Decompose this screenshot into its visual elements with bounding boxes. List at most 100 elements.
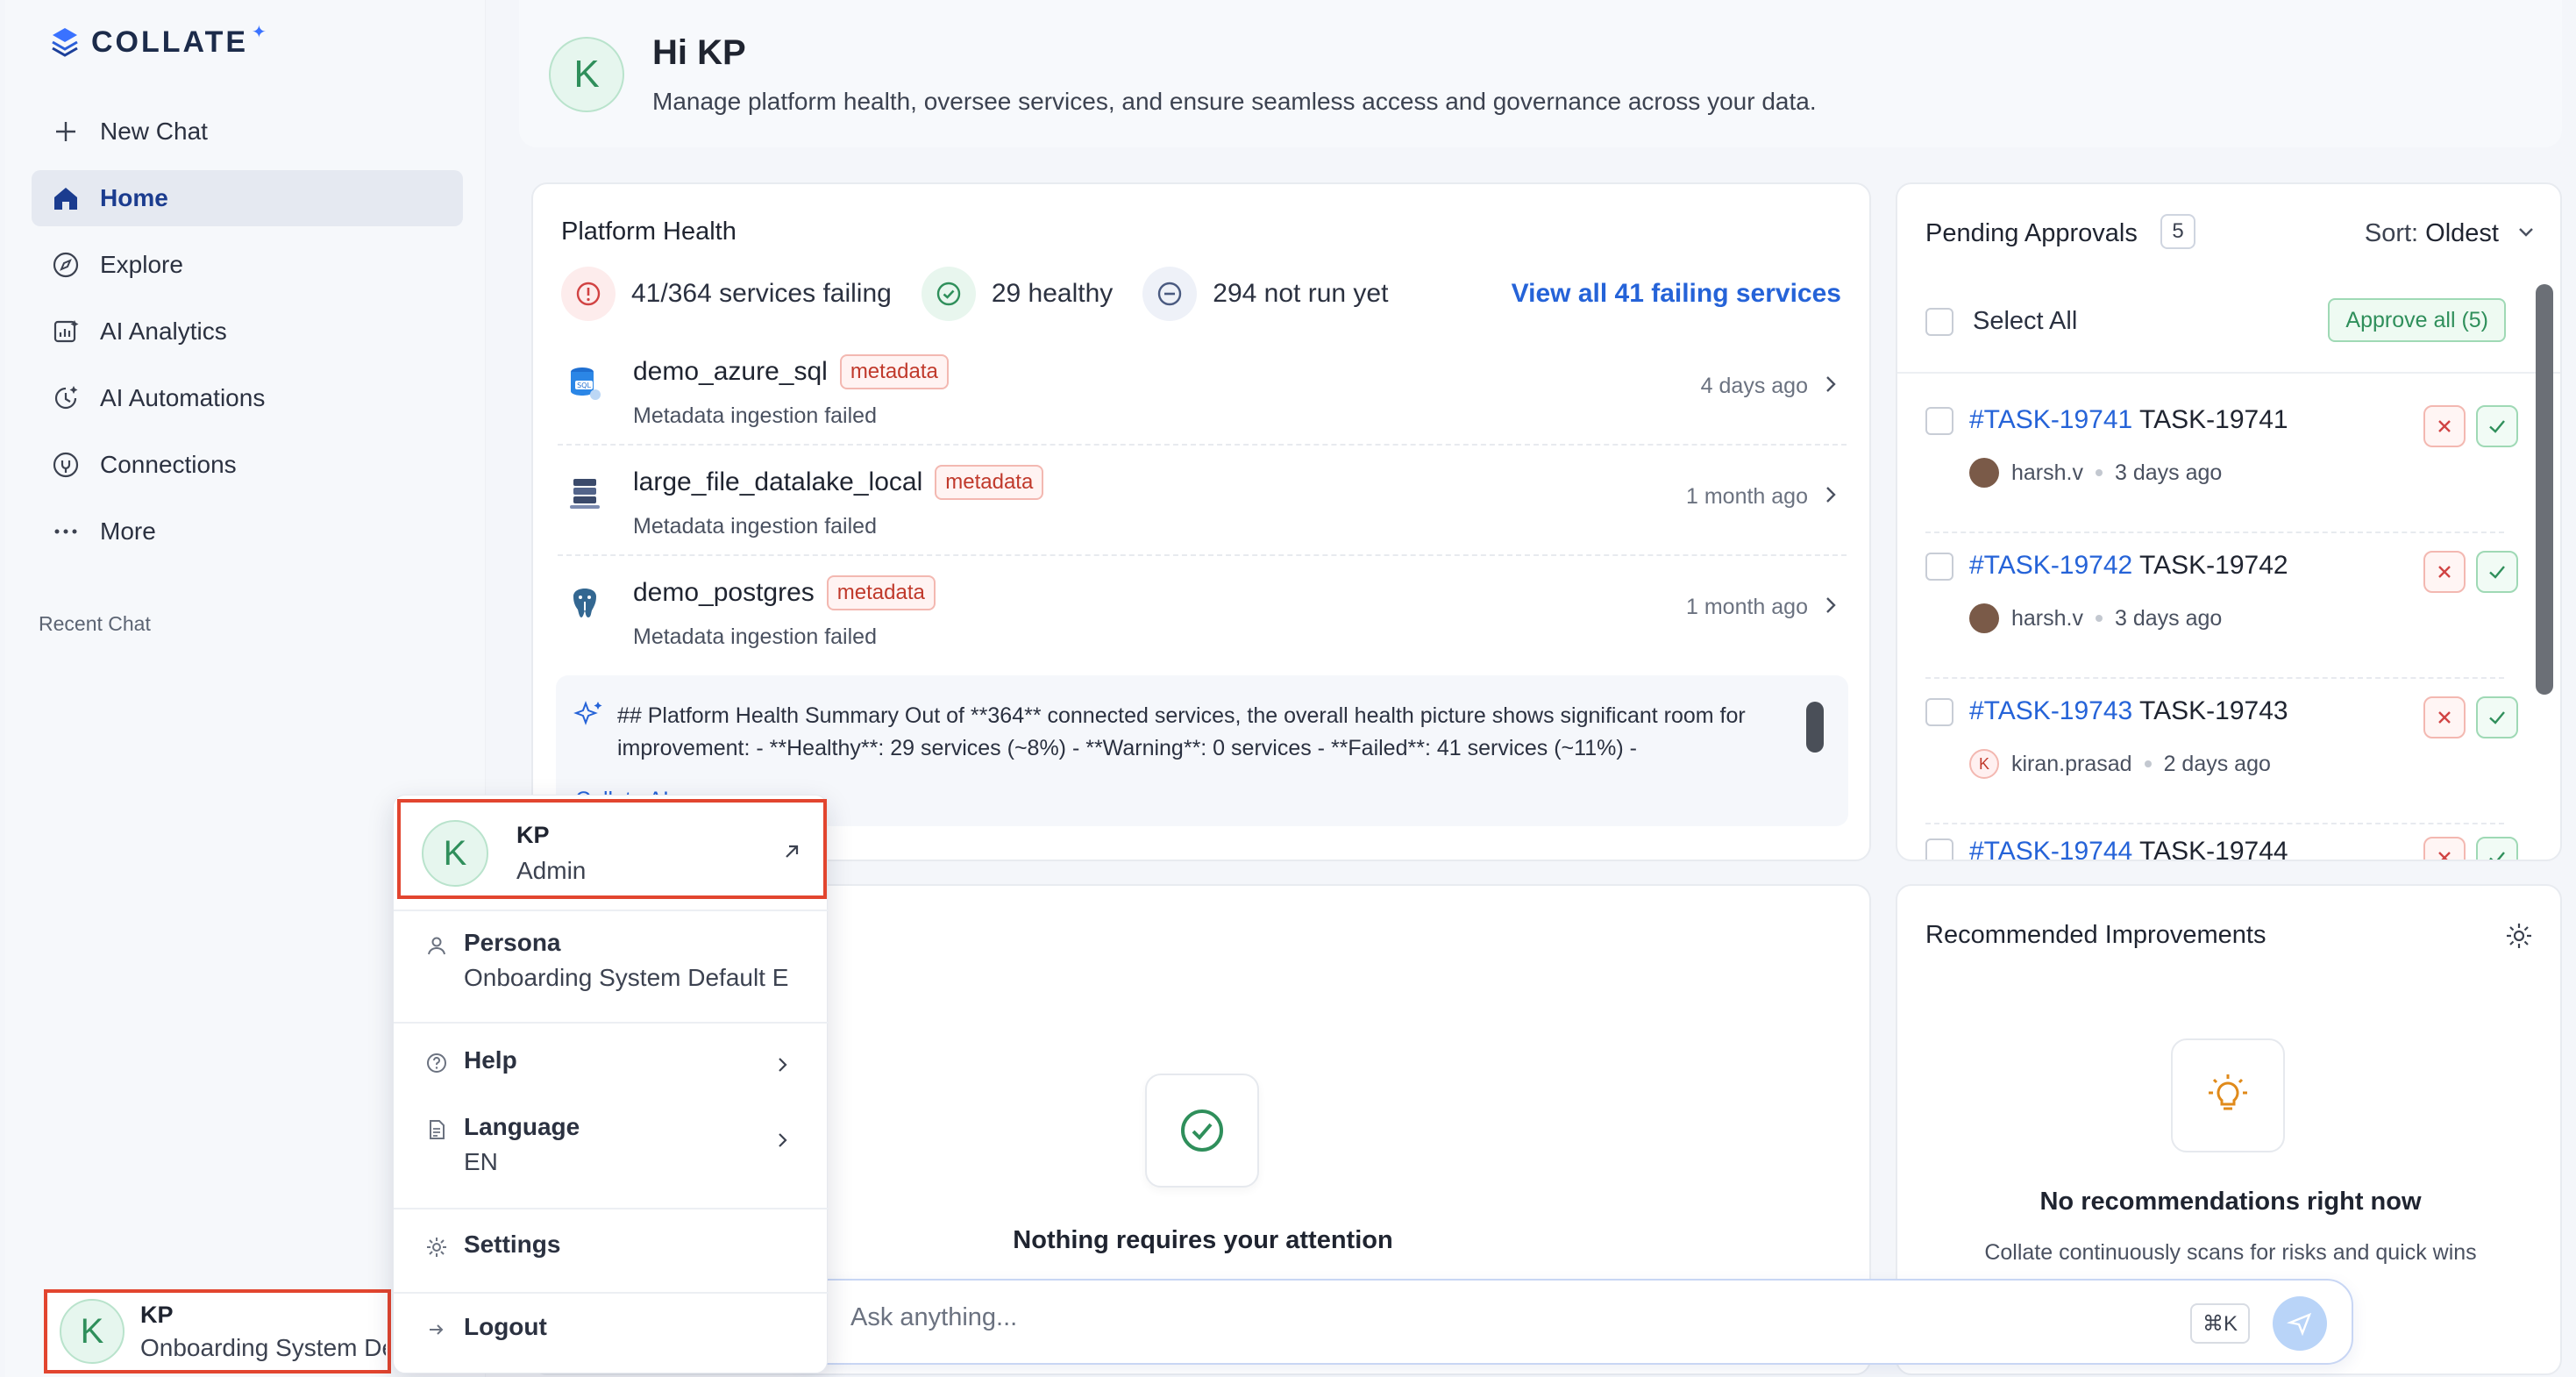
sidebar-item-ai-automations[interactable]: AI Automations [32, 370, 463, 426]
not-run-text: 294 not run yet [1213, 279, 1389, 308]
task-title: #TASK-19743 TASK-19743 [1969, 696, 2288, 726]
approve-button[interactable] [2476, 551, 2518, 593]
sidebar-item-home[interactable]: Home [32, 170, 463, 226]
approve-all-button[interactable]: Approve all (5) [2328, 298, 2506, 342]
menu-item-language[interactable]: Language EN [425, 1113, 811, 1176]
service-badge: metadata [935, 465, 1044, 500]
service-name-text: demo_postgres [633, 578, 815, 607]
approve-button[interactable] [2476, 837, 2518, 860]
menu-item-text: Logout [464, 1313, 547, 1341]
sidebar-item-explore[interactable]: Explore [32, 237, 463, 293]
task-id-link[interactable]: #TASK-19744 [1969, 837, 2132, 860]
card-title: Recommended Improvements [1925, 921, 2266, 949]
dot-separator [2095, 615, 2103, 622]
azure-sql-icon: SQL [558, 356, 612, 410]
task-name: TASK-19744 [2139, 837, 2288, 861]
sidebar-item-ai-analytics[interactable]: AI Analytics [32, 303, 463, 360]
service-desc: Metadata ingestion failed [633, 403, 877, 428]
menu-item-label: Settings [464, 1231, 561, 1258]
menu-item-label: Language [464, 1113, 580, 1140]
menu-item-text: Persona Onboarding System Default E [464, 929, 806, 992]
reject-button[interactable] [2423, 405, 2466, 447]
task-checkbox[interactable] [1925, 407, 1953, 435]
menu-item-value: EN [464, 1148, 498, 1175]
task-user: harsh.v [2011, 605, 2083, 631]
close-icon [2438, 566, 2451, 578]
check-icon [2489, 711, 2505, 724]
service-time: 1 month ago [1686, 595, 1808, 619]
close-icon [2438, 420, 2451, 432]
summary-scrollbar[interactable] [1806, 702, 1824, 753]
sort-dropdown[interactable]: Sort: Oldest [2365, 219, 2499, 248]
task-id-link[interactable]: #TASK-19741 [1969, 405, 2132, 434]
profile-menu: K KP Admin Persona Onboarding System Def… [393, 795, 829, 1373]
service-time: 1 month ago [1686, 484, 1808, 509]
ask-input[interactable] [850, 1303, 2078, 1332]
svg-text:SQL: SQL [577, 382, 591, 389]
dot-separator [2144, 760, 2152, 767]
sidebar-item-label: AI Automations [100, 384, 266, 411]
task-row[interactable]: #TASK-19744 TASK-19744 [1925, 819, 2518, 861]
minus-circle-icon [1142, 267, 1198, 321]
service-name-text: demo_azure_sql [633, 357, 828, 386]
service-row[interactable]: SQL demo_azure_sql metadata Metadata inge… [558, 335, 1847, 446]
reject-button[interactable] [2423, 551, 2466, 593]
task-name: TASK-19741 [2139, 405, 2288, 434]
task-row[interactable]: #TASK-19741 TASK-19741 harsh.v 3 days ag… [1925, 388, 2518, 533]
task-time: 3 days ago [2114, 460, 2223, 485]
logo-star-icon: ✦ [252, 22, 267, 42]
divider [394, 1022, 829, 1024]
task-name: TASK-19742 [2139, 551, 2288, 580]
select-all[interactable]: Select All [1925, 307, 2077, 336]
task-row[interactable]: #TASK-19743 TASK-19743 K kiran.prasad 2 … [1925, 679, 2518, 824]
sidebar-item-label: Explore [100, 251, 183, 278]
user-icon [428, 937, 445, 955]
card-title: Platform Health [561, 218, 737, 246]
healthy-stat: 29 healthy [921, 267, 1114, 321]
view-all-failing-link[interactable]: View all 41 failing services [1512, 279, 1841, 309]
task-row[interactable]: #TASK-19742 TASK-19742 harsh.v 3 days ag… [1925, 533, 2518, 679]
sidebar-item-connections[interactable]: Connections [32, 437, 463, 493]
profile-menu-header[interactable]: K KP Admin [397, 799, 827, 899]
task-checkbox[interactable] [1925, 838, 1953, 860]
compass-icon [53, 252, 79, 278]
task-id-link[interactable]: #TASK-19742 [1969, 551, 2132, 580]
sidebar-item-new-chat[interactable]: New Chat [32, 103, 463, 160]
avatar: K [549, 37, 624, 112]
divider [1897, 372, 2560, 374]
divider [394, 910, 829, 911]
user-profile-button[interactable]: K KP Onboarding System Default E [44, 1289, 391, 1373]
gear-icon [427, 1238, 446, 1257]
select-all-checkbox[interactable] [1925, 307, 1953, 336]
service-row[interactable]: demo_postgres metadata Metadata ingestion… [558, 556, 1847, 667]
menu-item-help[interactable]: Help [425, 1046, 811, 1074]
task-id-link[interactable]: #TASK-19743 [1969, 696, 2132, 725]
task-checkbox[interactable] [1925, 698, 1953, 726]
healthy-text: 29 healthy [991, 279, 1114, 308]
chevron-down-icon[interactable] [2513, 219, 2539, 246]
sidebar-item-more[interactable]: More [32, 503, 463, 560]
card-title: Pending Approvals [1925, 219, 2138, 247]
menu-item-persona[interactable]: Persona Onboarding System Default E [425, 929, 811, 992]
service-name: large_file_datalake_local metadata [633, 465, 1044, 500]
menu-user-role: Admin [516, 857, 587, 884]
reject-button[interactable] [2423, 696, 2466, 738]
service-row[interactable]: large_file_datalake_local metadata Metada… [558, 446, 1847, 556]
sidebar-item-label: More [100, 517, 156, 545]
divider [394, 1208, 829, 1209]
task-checkbox[interactable] [1925, 553, 1953, 581]
menu-item-value: Onboarding System Default E [464, 964, 789, 991]
menu-item-logout[interactable]: Logout [425, 1313, 811, 1341]
approvals-scrollbar[interactable] [2536, 284, 2553, 695]
send-button[interactable] [2273, 1296, 2327, 1351]
approve-button[interactable] [2476, 405, 2518, 447]
document-icon [430, 1120, 445, 1139]
approve-button[interactable] [2476, 696, 2518, 738]
gear-icon[interactable] [2504, 921, 2534, 951]
menu-item-settings[interactable]: Settings [425, 1231, 811, 1259]
ai-summary-text: ## Platform Health Summary Out of **364*… [617, 703, 1746, 760]
divider [394, 1292, 829, 1294]
logo[interactable]: COLLATE ✦ [47, 23, 272, 60]
sidebar-item-label: New Chat [100, 118, 208, 145]
reject-button[interactable] [2423, 837, 2466, 860]
